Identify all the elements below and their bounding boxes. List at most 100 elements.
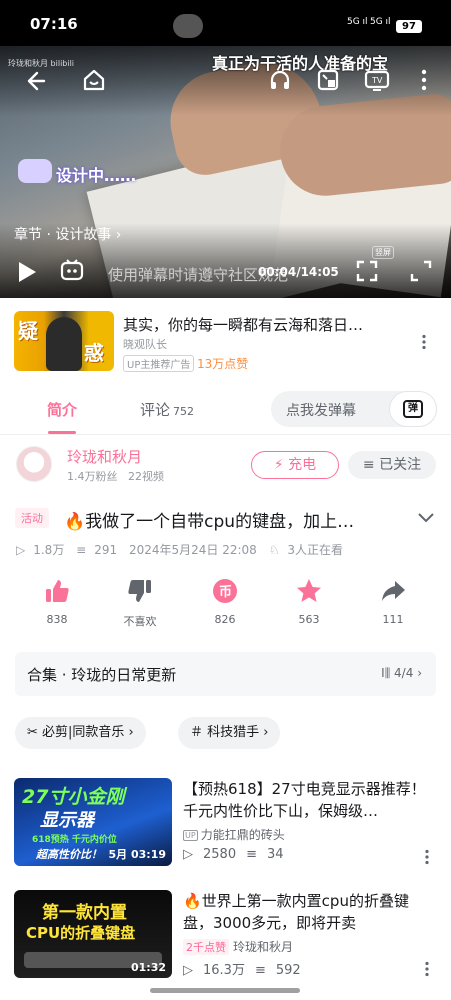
- tag-chip-tech[interactable]: ＃ 科技猎手 ›: [178, 717, 281, 749]
- duration: 5月 03:19: [108, 848, 167, 861]
- chevron-down-icon[interactable]: [417, 509, 435, 528]
- pip-icon[interactable]: [316, 68, 340, 92]
- signal-icon: 5G ıl: [347, 17, 368, 27]
- author-videos: 22视频: [128, 470, 164, 483]
- views-icon: ▷: [16, 543, 26, 557]
- thumb-text: 27寸小金刚: [22, 786, 125, 808]
- caption-sticker-icon: [18, 159, 52, 183]
- thumb-text: 第一款内置: [42, 903, 127, 923]
- collection-progress: Ⅰ⫼ 4/4 ›: [381, 666, 422, 681]
- video-caption: 设计中……: [56, 166, 137, 185]
- fullscreen-icon[interactable]: [410, 260, 432, 282]
- video-watermark: 玲珑和秋月 bilibili: [8, 59, 75, 68]
- chevron-right-icon: ›: [417, 666, 422, 680]
- video-player[interactable]: 玲珑和秋月 bilibili 真正为干活的人准备的宝 TV 设计中…… 章节 ·…: [0, 46, 451, 298]
- detail-tabs: 简介 评论 752 点我发弹幕 弹: [0, 385, 451, 435]
- ad-author[interactable]: 晓观队长: [123, 336, 167, 352]
- dislike-button[interactable]: 不喜欢: [110, 576, 170, 629]
- avatar[interactable]: [16, 446, 52, 482]
- svg-text:币: 币: [219, 585, 232, 600]
- danmaku-input[interactable]: 点我发弹幕 弹: [271, 391, 437, 427]
- playback-time: 00:04/14:05: [258, 265, 339, 279]
- share-count: 111: [382, 613, 404, 626]
- danmaku-icon: 弹: [403, 400, 423, 418]
- watching-icon: ♘: [268, 543, 280, 557]
- ad-thumb-person: [46, 317, 82, 371]
- danmaku-count: 291: [94, 543, 118, 557]
- author-name[interactable]: 玲珑和秋月: [67, 446, 142, 467]
- recommend-up[interactable]: UP 力能扛鼎的砖头: [183, 826, 285, 843]
- thumb-text: 超高性价比！: [36, 848, 102, 861]
- coin-button[interactable]: 币 826: [195, 576, 255, 626]
- ad-card[interactable]: 疑 惑 其实，你的每一瞬都有云海和落日… 晓观队长 UP主推荐广告 13万点赞: [0, 298, 451, 384]
- tag-chip-music[interactable]: ✂ 必剪|同款音乐 ›: [15, 717, 146, 749]
- publish-date: 2024年5月24日 22:08: [128, 543, 257, 557]
- video-title-row[interactable]: 活动 🔥我做了一个自带cpu的键盘，加上…: [0, 505, 451, 535]
- ad-thumb-text-2: 惑: [84, 341, 104, 365]
- recommend-stats: ▷ 2580 ≡ 34: [183, 847, 294, 862]
- music-icon: ✂: [27, 725, 43, 740]
- ad-thumbnail[interactable]: 疑 惑: [14, 311, 114, 371]
- headphones-icon[interactable]: [268, 68, 292, 92]
- hashtag-icon: ＃: [190, 725, 208, 740]
- action-bar: 838 不喜欢 币 826 563 111: [0, 576, 451, 636]
- back-icon[interactable]: [24, 70, 46, 92]
- follow-button[interactable]: ≡ 已关注: [348, 451, 436, 479]
- tab-indicator: [48, 431, 76, 434]
- thumbs-up-icon: [27, 576, 87, 606]
- tab-comments[interactable]: 评论 752: [140, 399, 194, 420]
- up-name: 玲珑和秋月: [233, 940, 294, 954]
- video-title: 🔥我做了一个自带cpu的键盘，加上…: [64, 512, 355, 532]
- author-fans: 1.4万粉丝: [67, 470, 118, 483]
- favorite-count: 563: [298, 613, 320, 626]
- play-icon[interactable]: [16, 260, 38, 284]
- danmaku-placeholder: 点我发弹幕: [286, 403, 356, 419]
- favorite-button[interactable]: 563: [279, 576, 339, 626]
- danmaku-settings-button[interactable]: 弹: [389, 391, 437, 427]
- home-indicator[interactable]: [150, 988, 300, 993]
- status-bar: 07:16 5G ıl 5G ıl 97: [0, 0, 451, 46]
- activity-badge[interactable]: 活动: [15, 508, 49, 528]
- more-icon[interactable]: [424, 961, 430, 981]
- coin-icon: 币: [195, 576, 255, 606]
- cast-tv-icon[interactable]: TV: [364, 68, 390, 92]
- charge-button[interactable]: ⚡ 充电: [251, 451, 339, 479]
- danmaku-toggle-icon[interactable]: [60, 259, 84, 281]
- ad-badge: UP主推荐广告: [123, 355, 195, 372]
- more-vert-icon[interactable]: [420, 68, 428, 92]
- watching-count: 3人正在看: [287, 543, 344, 557]
- tab-intro[interactable]: 简介: [47, 399, 77, 420]
- danmaku-line: 真正为干活的人准备的宝: [212, 54, 389, 73]
- up-badge-icon: UP: [183, 830, 198, 841]
- recommend-up[interactable]: 2千点赞 玲珑和秋月: [183, 938, 293, 955]
- thumb-text: 显示器: [40, 810, 94, 831]
- recommend-thumbnail[interactable]: 27寸小金刚 显示器 618预热 千元内价位 超高性价比！ 5月 03:19: [14, 778, 172, 866]
- ad-thumb-text-1: 疑: [18, 319, 38, 343]
- danmaku: 34: [267, 847, 284, 862]
- ad-more-icon[interactable]: [421, 334, 427, 354]
- share-icon: [363, 576, 423, 606]
- thumb-text: CPU的折叠键盘: [26, 924, 136, 942]
- svg-text:TV: TV: [371, 76, 383, 85]
- portrait-fullscreen-icon[interactable]: [356, 260, 378, 282]
- thumbs-down-icon: [110, 576, 170, 606]
- recommend-thumbnail[interactable]: 第一款内置 CPU的折叠键盘 01:32: [14, 890, 172, 978]
- danmaku-count-icon: ≡: [76, 543, 87, 557]
- chip-music-label: 必剪|同款音乐 ›: [42, 725, 134, 740]
- battery-icon: 97: [396, 20, 422, 33]
- chapter-link[interactable]: 章节 · 设计故事 ›: [14, 224, 121, 244]
- recommend-item[interactable]: 第一款内置 CPU的折叠键盘 01:32 🔥世界上第一款内置cpu的折叠键盘，3…: [0, 890, 451, 990]
- ad-title[interactable]: 其实，你的每一瞬都有云海和落日…: [123, 314, 363, 335]
- share-button[interactable]: 111: [363, 576, 423, 626]
- collection-card[interactable]: 合集 · 玲珑的日常更新 Ⅰ⫼ 4/4 ›: [15, 652, 436, 696]
- thumb-text: 618预热 千元内价位: [32, 835, 117, 845]
- video-stats: ▷ 1.8万 ≡ 291 2024年5月24日 22:08 ♘ 3人正在看: [16, 541, 351, 558]
- recommend-item[interactable]: 27寸小金刚 显示器 618预热 千元内价位 超高性价比！ 5月 03:19 【…: [0, 778, 451, 878]
- collection-title: 合集 · 玲珑的日常更新: [27, 666, 177, 684]
- home-icon[interactable]: [82, 68, 106, 92]
- more-icon[interactable]: [424, 849, 430, 869]
- recommend-title: 🔥世界上第一款内置cpu的折叠键盘，3000多元，即将开卖: [183, 892, 409, 932]
- danmaku-icon: ≡: [254, 963, 266, 978]
- like-button[interactable]: 838: [27, 576, 87, 626]
- author-row: 玲珑和秋月 1.4万粉丝 22视频 ⚡ 充电 ≡ 已关注: [0, 437, 451, 497]
